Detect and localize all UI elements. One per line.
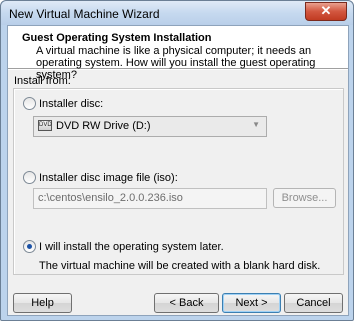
header-divider — [8, 69, 348, 70]
wizard-header: Guest Operating System Installation A vi… — [8, 26, 348, 81]
cancel-button[interactable]: Cancel — [284, 293, 343, 313]
page-title: Guest Operating System Installation — [22, 32, 212, 44]
wizard-client-area: Guest Operating System Installation A vi… — [7, 25, 349, 316]
disc-drive-dropdown[interactable]: DVD DVD RW Drive (D:) ▼ — [33, 116, 267, 137]
install-later-label[interactable]: I will install the operating system late… — [39, 241, 224, 253]
back-button[interactable]: < Back — [154, 293, 219, 313]
install-later-note: The virtual machine will be created with… — [39, 260, 321, 272]
disc-drive-value: DVD RW Drive (D:) — [56, 120, 151, 132]
title-bar: New Virtual Machine Wizard ✕ — [1, 1, 353, 25]
window-title: New Virtual Machine Wizard — [9, 7, 160, 21]
installer-disc-radio[interactable] — [23, 97, 36, 110]
iso-path-value: c:\centos\ensilo_2.0.0.236.iso — [38, 192, 183, 204]
browse-button[interactable]: Browse... — [273, 188, 336, 208]
installer-iso-radio[interactable] — [23, 171, 36, 184]
installer-iso-label[interactable]: Installer disc image file (iso): — [39, 172, 178, 184]
wizard-window: New Virtual Machine Wizard ✕ Guest Opera… — [0, 0, 354, 321]
chevron-down-icon[interactable]: ▼ — [252, 120, 260, 129]
iso-path-field[interactable]: c:\centos\ensilo_2.0.0.236.iso — [33, 188, 267, 209]
dvd-drive-icon: DVD — [38, 120, 52, 131]
close-button[interactable]: ✕ — [305, 2, 347, 21]
install-later-radio[interactable] — [23, 240, 36, 253]
next-button[interactable]: Next > — [222, 293, 281, 313]
installer-disc-label[interactable]: Installer disc: — [39, 98, 103, 110]
help-button[interactable]: Help — [13, 293, 72, 313]
page-description: A virtual machine is like a physical com… — [36, 45, 316, 81]
install-from-label: Install from: — [14, 75, 71, 87]
